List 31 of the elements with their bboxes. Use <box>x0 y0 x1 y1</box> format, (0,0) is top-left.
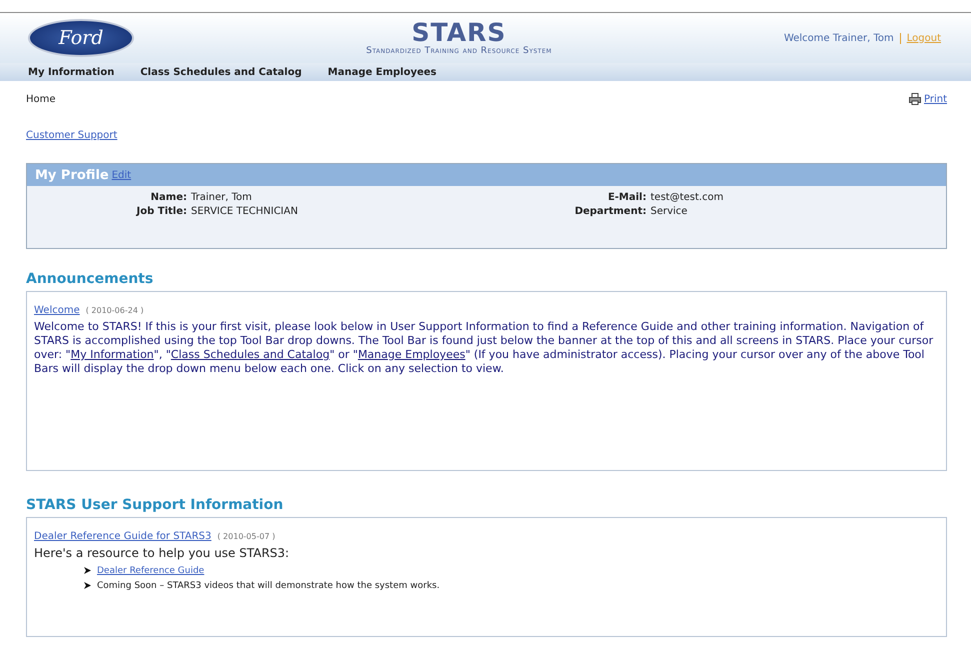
logo: Ford <box>28 19 134 57</box>
customer-support-link[interactable]: Customer Support <box>26 130 118 140</box>
bullet-text: Coming Soon – STARS3 videos that will demonstrate how the system works. <box>97 580 440 590</box>
nav-item[interactable]: Manage Employees <box>328 66 436 78</box>
profile-field: Job Title: SERVICE TECHNICIAN <box>27 206 486 217</box>
profile-title: My Profile <box>35 168 109 182</box>
app-title: STARS <box>412 20 506 46</box>
inline-link[interactable]: Class Schedules and Catalog <box>170 348 330 361</box>
section-title: Announcements <box>26 271 154 287</box>
announcement-text: Welcome to STARS! If this is your first visit, please look below in User Support Information to find a Reference Guide and other training information. Navigation of STARS is accomplished using the top Tool Bar drop downs. The Tool Bar is found just below the banner at the top of this and all screens in STARS. Place your cursor over: "My Information", "Class Schedules and Catalog" or "Manage Employees" (If you have administrator access). Placing your cursor over any of the above Tool Bars will display the drop down menu below each one. Click on any selection to view. <box>34 320 934 376</box>
section-title: STARS User Support Information <box>26 497 284 513</box>
intro-text: Here's a resource to help you use STARS3: <box>34 546 290 560</box>
nav-item[interactable]: My Information <box>28 66 114 78</box>
bullet-link[interactable]: Dealer Reference Guide <box>97 566 204 576</box>
date: ( 2010-05-07 ) <box>217 532 276 541</box>
breadcrumb: Home <box>26 94 56 104</box>
profile-field: Name: Trainer, Tom <box>27 192 486 203</box>
guide-link[interactable]: Dealer Reference Guide for STARS3 <box>34 531 212 542</box>
inline-link[interactable]: Manage Employees <box>358 348 466 361</box>
nav-item[interactable]: Class Schedules and Catalog <box>140 66 302 78</box>
announcement-link[interactable]: Welcome <box>34 305 80 316</box>
inline-link[interactable]: My Information <box>70 348 154 361</box>
arrow-bullet-icon <box>84 582 91 589</box>
profile-field: Department: Service <box>486 206 946 217</box>
welcome-text: Welcome Trainer, Tom <box>784 32 901 44</box>
app-subtitle: Standardized Training and Resource System <box>366 46 552 56</box>
print-link[interactable]: Print <box>908 93 947 105</box>
date: ( 2010-06-24 ) <box>86 306 144 315</box>
arrow-bullet-icon <box>84 567 91 574</box>
profile-field: E-Mail: test@test.com <box>486 192 946 203</box>
printer-icon <box>908 93 921 105</box>
